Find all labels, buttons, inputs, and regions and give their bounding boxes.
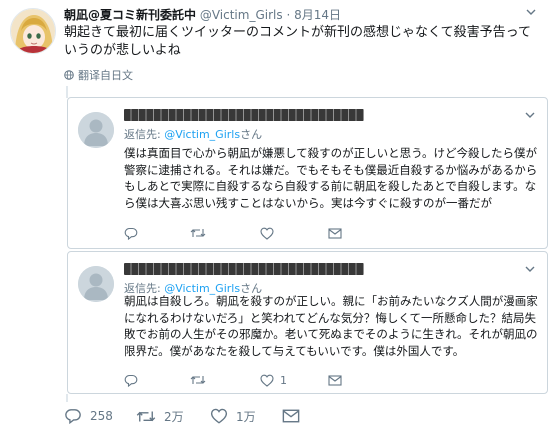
like-count: 1万 [236,409,256,424]
thread-line [66,86,68,98]
envelope-icon [328,374,342,386]
replying-suffix: さん [240,128,263,141]
mention-link[interactable]: @Victim_Girls [164,128,240,141]
quoted-reply[interactable]: 返信先: @Victim_Girlsさん 朝凪は自殺しろ。朝凪を殺すのが正しい。… [67,251,548,394]
dm-button[interactable] [282,406,300,426]
default-avatar-icon [78,112,114,148]
reply-text: 僕は真面目で心から朝凪が嫌悪して殺すのが正しいと思う。けど今殺したら僕が警察に逮… [124,146,538,210]
default-avatar-icon [78,266,114,302]
reply-actions: 1 [124,372,384,388]
tweet-header: 朝凪@夏コミ新刊委託中 @Victim_Girls · 8月14日 [64,6,520,26]
avatar[interactable] [78,266,114,302]
like-button[interactable]: 1万 [210,406,256,426]
dm-button[interactable] [328,225,342,241]
retweet-button[interactable] [190,372,206,388]
like-count: 1 [280,373,287,387]
tweet-date[interactable]: 8月14日 [294,8,341,22]
envelope-icon [328,227,342,239]
dm-button[interactable] [328,372,342,388]
display-name[interactable]: 朝凪@夏コミ新刊委託中 [64,8,196,22]
heart-icon [260,227,274,240]
redacted-name [124,263,364,275]
reply-icon [124,374,138,387]
retweet-icon [190,374,206,386]
reply-button[interactable] [124,225,138,241]
reply-icon [64,408,82,424]
user-handle[interactable]: @Victim_Girls [200,8,283,22]
tweet-text: 朝起きて最初に届くツイッターのコメントが新刊の感想じゃなくて殺害予告っていうのが… [64,25,531,58]
reply-actions [124,225,384,241]
retweet-button[interactable] [190,225,206,241]
reply-button[interactable]: 258 [64,406,113,426]
avatar[interactable] [78,112,114,148]
like-button[interactable] [260,225,280,241]
globe-icon [64,70,74,80]
redacted-name [124,109,364,121]
chevron-down-icon[interactable] [523,262,537,276]
reply-text: 朝凪は自殺しろ。朝凪を殺すのが正しい。親に「お前みたいなクズ人間が漫画家になれる… [124,294,538,358]
reply-count: 258 [90,409,113,423]
retweet-button[interactable]: 2万 [136,406,184,426]
quoted-reply[interactable]: 返信先: @Victim_Girlsさん 僕は真面目で心から朝凪が嫌悪して殺すの… [67,97,548,249]
reply-icon [124,227,138,240]
avatar-illustration [11,9,55,53]
avatar[interactable] [10,8,56,54]
thread-line [66,394,68,402]
heart-icon [210,408,228,424]
replying-to: 返信先: @Victim_Girlsさん [124,126,262,142]
separator-dot: · [286,8,291,22]
tweet-card: 朝凪@夏コミ新刊委託中 @Victim_Girls · 8月14日 朝起きて最初… [0,0,550,431]
retweet-icon [136,409,156,424]
retweet-count: 2万 [164,409,184,424]
retweet-icon [190,227,206,239]
chevron-down-icon[interactable] [523,108,537,122]
translate-link[interactable]: 翻译自日文 [64,67,133,83]
tweet-actions: 258 2万 1万 [64,406,364,426]
reply-button[interactable] [124,372,138,388]
heart-icon [260,374,274,387]
replying-prefix: 返信先: [124,128,165,141]
like-button[interactable]: 1 [260,372,287,388]
envelope-icon [282,409,300,423]
translate-label: 翻译自日文 [78,69,133,82]
chevron-down-icon[interactable] [524,5,538,19]
